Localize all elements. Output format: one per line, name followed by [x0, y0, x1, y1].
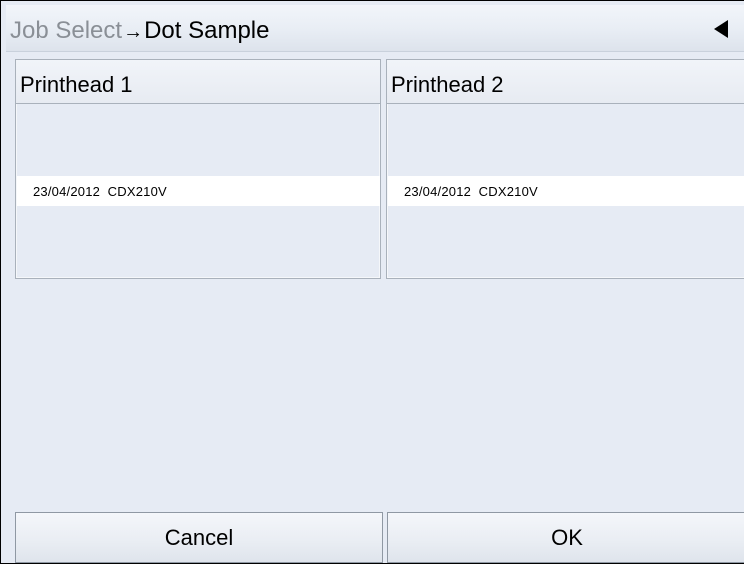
dot-sample-screen: Job Select→Dot Sample Printhead 1 23/04/… [0, 0, 744, 564]
printhead-2-title: Printhead 2 [391, 72, 504, 97]
printhead-2-header: Printhead 2 [387, 60, 744, 104]
title-bar: Job Select→Dot Sample [6, 5, 744, 52]
cancel-button-label: Cancel [164, 525, 234, 550]
printhead-1-sample-label: 23/04/2012 CDX210V [33, 184, 167, 199]
page-title: Dot Sample [144, 17, 270, 44]
printhead-2-panel: Printhead 2 23/04/2012 CDX210V [386, 59, 744, 279]
back-button[interactable] [704, 11, 740, 47]
breadcrumb-arrow-icon: → [123, 21, 144, 43]
printhead-2-sample-label: 23/04/2012 CDX210V [404, 184, 538, 199]
printhead-1-header: Printhead 1 [16, 60, 380, 104]
printhead-1-title: Printhead 1 [20, 72, 133, 97]
printhead-2-sample-row[interactable]: 23/04/2012 CDX210V [388, 176, 744, 206]
breadcrumb-parent[interactable]: Job Select [10, 17, 122, 44]
printhead-1-sample-row[interactable]: 23/04/2012 CDX210V [17, 176, 380, 206]
ok-button-label: OK [551, 525, 583, 550]
breadcrumb: Job Select→Dot Sample [10, 17, 269, 46]
ok-button[interactable]: OK [387, 512, 744, 563]
cancel-button[interactable]: Cancel [15, 512, 383, 563]
printhead-1-panel: Printhead 1 23/04/2012 CDX210V [15, 59, 381, 279]
triangle-left-icon [714, 20, 728, 38]
